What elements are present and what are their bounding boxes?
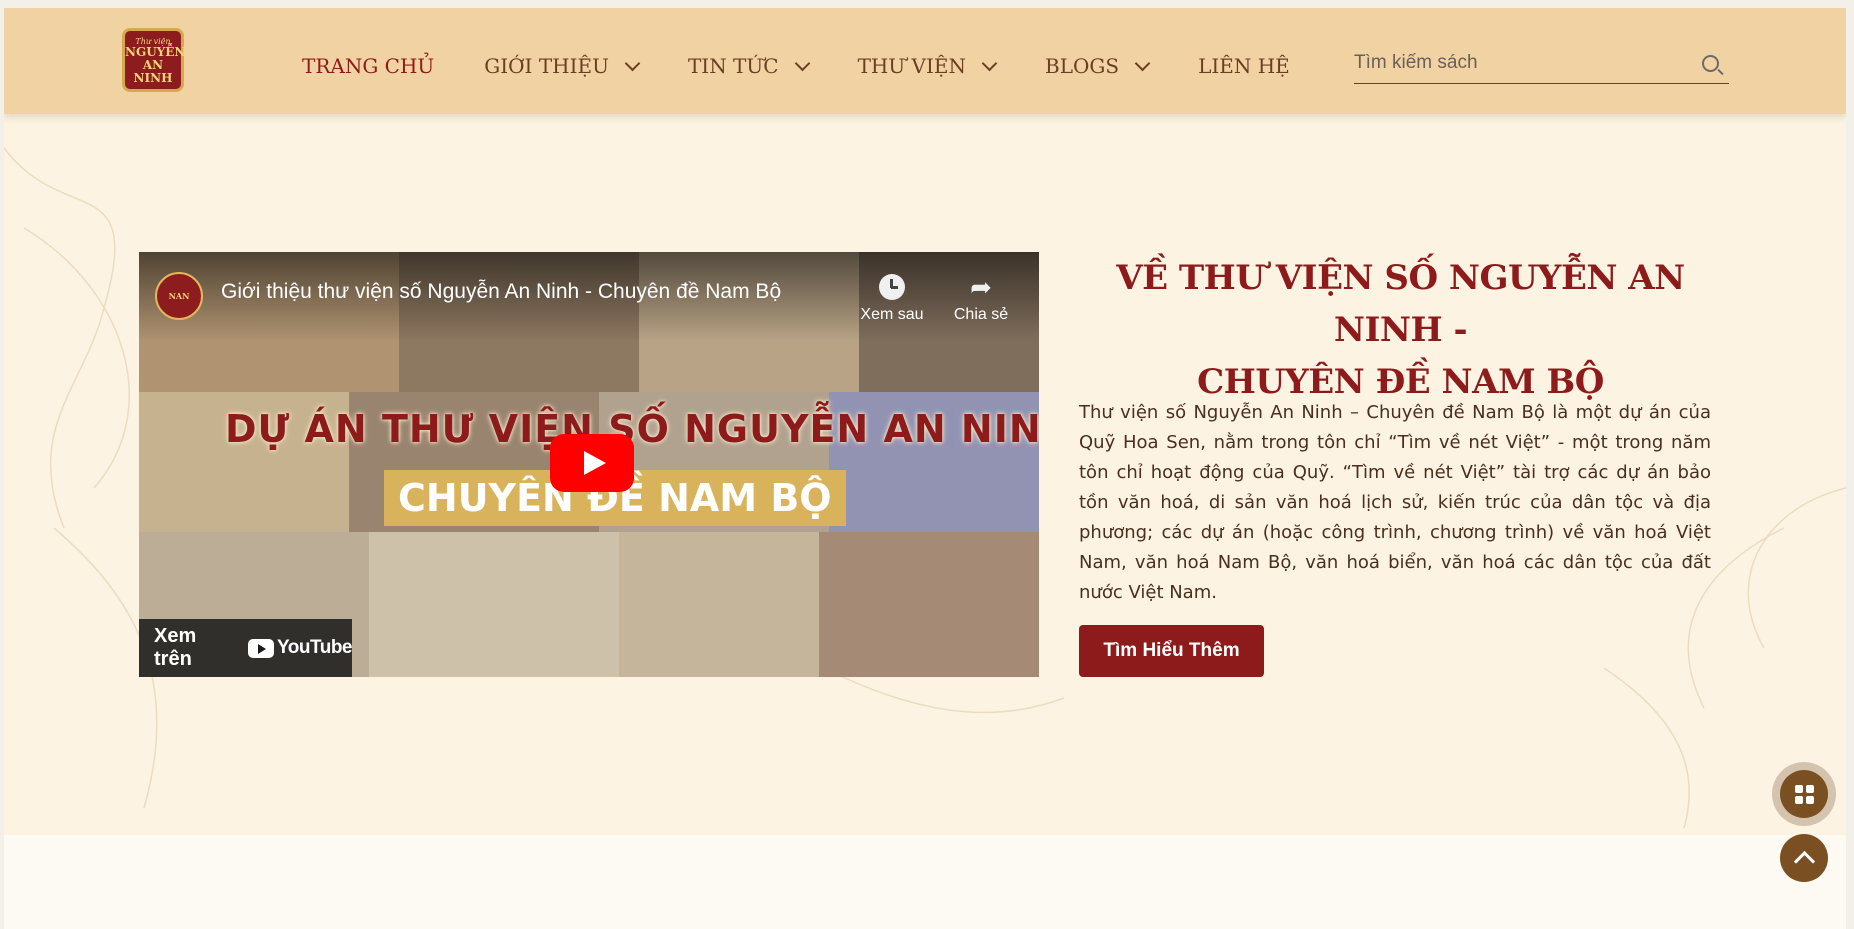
about-title: VỀ THƯ VIỆN SỐ NGUYỄN AN NINH - CHUYÊN Đ…: [1078, 252, 1723, 408]
search-input[interactable]: [1354, 50, 1684, 76]
nav-item-label: GIỚI THIỆU: [484, 54, 609, 78]
share-button[interactable]: ➦ Chia sẻ: [941, 274, 1021, 324]
watch-later-label: Xem sau: [860, 306, 924, 323]
next-section: [4, 835, 1846, 929]
search-box: [1354, 44, 1729, 84]
search-icon[interactable]: [1702, 55, 1719, 72]
nav-item-label: THƯ VIỆN: [857, 54, 966, 78]
nav-item-home[interactable]: TRANG CHỦ: [302, 54, 434, 78]
nav-item-library[interactable]: THƯ VIỆN: [857, 54, 998, 78]
nav-item-about[interactable]: GIỚI THIỆU: [484, 54, 641, 78]
learn-more-button[interactable]: Tìm Hiểu Thêm: [1079, 625, 1264, 677]
watch-on-label: Xem trên: [154, 625, 197, 670]
site-logo[interactable]: Thư viện NGUYỄN AN NINH: [122, 28, 185, 92]
chevron-down-icon: [981, 55, 998, 71]
youtube-icon: [248, 638, 275, 658]
youtube-wordmark: YouTube: [277, 637, 352, 658]
nav-item-news[interactable]: TIN TỨC: [687, 54, 810, 78]
nav-item-label: TIN TỨC: [687, 54, 779, 78]
share-label: Chia sẻ: [953, 306, 1009, 323]
nav-item-blogs[interactable]: BLOGS: [1045, 54, 1151, 78]
share-icon: ➦: [970, 272, 992, 302]
about-title-line1: VỀ THƯ VIỆN SỐ NGUYỄN AN NINH -: [1116, 258, 1685, 350]
page: Thư viện NGUYỄN AN NINH TRANG CHỦ GIỚI T…: [4, 8, 1846, 929]
quick-menu-button[interactable]: [1772, 762, 1836, 826]
youtube-logo: YouTube: [248, 637, 352, 659]
youtube-video-embed[interactable]: NAN Giới thiệu thư viện số Nguyễn An Nin…: [139, 252, 1039, 677]
chevron-down-icon: [794, 55, 810, 71]
chevron-up-icon[interactable]: [1780, 834, 1828, 882]
chevron-down-icon: [624, 55, 641, 71]
nav-item-label: TRANG CHỦ: [302, 54, 435, 78]
main-nav: TRANG CHỦ GIỚI THIỆU TIN TỨC THƯ VIỆN BL…: [302, 54, 1340, 78]
watch-later-button[interactable]: Xem sau: [852, 274, 932, 324]
nav-item-contact[interactable]: LIÊN HỆ: [1198, 54, 1290, 78]
clock-icon: [879, 274, 905, 300]
about-description: Thư viện số Nguyễn An Ninh – Chuyên đề N…: [1079, 402, 1711, 603]
chevron-down-icon: [1134, 55, 1151, 71]
nav-item-label: LIÊN HỆ: [1198, 54, 1290, 78]
play-icon[interactable]: [550, 434, 634, 492]
nav-item-label: BLOGS: [1045, 54, 1120, 78]
channel-avatar[interactable]: NAN: [155, 272, 203, 320]
about-title-line2: CHUYÊN ĐỀ NAM BỘ: [1197, 362, 1604, 402]
watch-on-youtube-button[interactable]: Xem trên YouTube: [139, 619, 352, 677]
site-header: Thư viện NGUYỄN AN NINH TRANG CHỦ GIỚI T…: [4, 8, 1846, 114]
video-title[interactable]: Giới thiệu thư viện số Nguyễn An Ninh - …: [221, 280, 781, 304]
grid-icon: [1780, 770, 1828, 818]
